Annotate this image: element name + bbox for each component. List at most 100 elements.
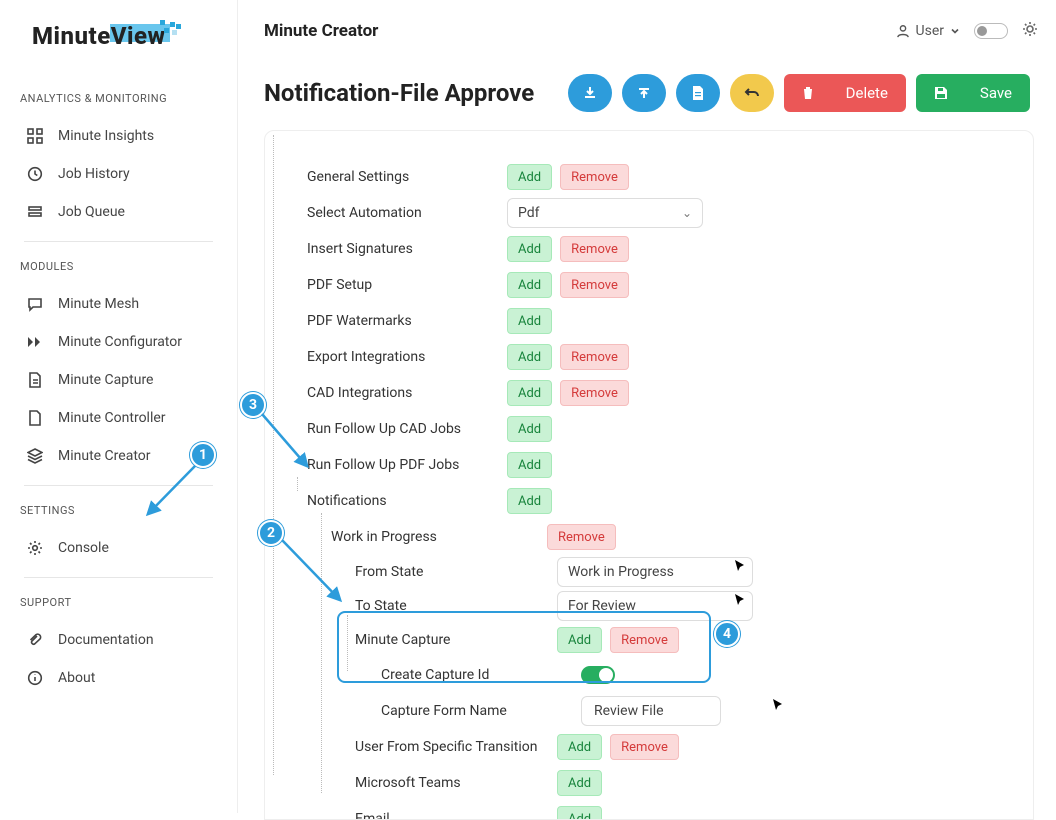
add-button[interactable]: Add (507, 452, 552, 478)
tree-node-run-pdf[interactable]: Run Follow Up PDF Jobs (307, 457, 507, 473)
page-title: Minute Creator (264, 21, 378, 41)
file-button[interactable] (676, 74, 720, 112)
sidebar-item-configurator[interactable]: Minute Configurator (20, 323, 217, 361)
section-header: Notification-File Approve Delete (256, 62, 1038, 130)
divider (24, 241, 213, 242)
sidebar-item-job-queue[interactable]: Job Queue (20, 193, 217, 231)
add-button[interactable]: Add (507, 416, 552, 442)
add-button[interactable]: Add (507, 164, 552, 190)
add-button[interactable]: Add (557, 806, 602, 820)
tree-node-ms-teams[interactable]: Microsoft Teams (355, 775, 557, 791)
main: Minute Creator User Notification-File Ap… (238, 0, 1056, 813)
add-button[interactable]: Add (507, 308, 552, 334)
tree-node-general-settings[interactable]: General Settings (307, 169, 507, 185)
tree-node-user-from-transition[interactable]: User From Specific Transition (355, 739, 557, 755)
remove-button[interactable]: Remove (560, 236, 629, 262)
sidebar-item-job-history[interactable]: Job History (20, 155, 217, 193)
tree-node-email[interactable]: Email (355, 811, 557, 820)
tree-node-cad-integrations[interactable]: CAD Integrations (307, 385, 507, 401)
add-button[interactable]: Add (557, 734, 602, 760)
logo-text-left: Minute (32, 22, 111, 50)
tree-line (297, 477, 298, 491)
add-button[interactable]: Add (557, 770, 602, 796)
sidebar-item-label: About (58, 670, 95, 686)
sidebar-item-label: Documentation (58, 632, 154, 648)
sidebar-heading-support: SUPPORT (20, 596, 217, 609)
document-icon (26, 371, 44, 389)
sidebar-item-mesh[interactable]: Minute Mesh (20, 285, 217, 323)
sidebar-item-about[interactable]: About (20, 659, 217, 697)
tree-node-insert-signatures[interactable]: Insert Signatures (307, 241, 507, 257)
add-button[interactable]: Add (507, 488, 552, 514)
upload-icon (637, 86, 651, 100)
cursor-icon (735, 560, 747, 572)
divider (24, 485, 213, 486)
select-value: Pdf (518, 205, 540, 221)
undo-button[interactable] (730, 74, 774, 112)
save-icon (934, 86, 948, 100)
add-button[interactable]: Add (507, 272, 552, 298)
cursor-icon (735, 594, 747, 606)
download-button[interactable] (568, 74, 612, 112)
remove-button[interactable]: Remove (560, 164, 629, 190)
sidebar-item-creator[interactable]: Minute Creator (20, 437, 217, 475)
user-menu[interactable]: User (896, 23, 960, 39)
grid-icon (26, 127, 44, 145)
add-button[interactable]: Add (507, 380, 552, 406)
add-button[interactable]: Add (507, 236, 552, 262)
tree-node-notifications[interactable]: Notifications (307, 493, 507, 509)
remove-button[interactable]: Remove (560, 272, 629, 298)
sidebar-item-label: Console (58, 540, 109, 556)
theme-toggle[interactable] (974, 23, 1008, 39)
add-button[interactable]: Add (507, 344, 552, 370)
tree-line (273, 135, 274, 775)
capture-form-input[interactable]: Review File (581, 696, 721, 726)
remove-button[interactable]: Remove (560, 380, 629, 406)
sidebar-item-label: Minute Configurator (58, 334, 182, 350)
paperclip-icon (26, 631, 44, 649)
divider (24, 577, 213, 578)
section-title: Notification-File Approve (264, 79, 534, 107)
tree-node-capture-form-name: Capture Form Name (381, 703, 581, 719)
sidebar-item-console[interactable]: Console (20, 529, 217, 567)
sidebar-item-controller[interactable]: Minute Controller (20, 399, 217, 437)
logo-text-right: View (111, 22, 166, 50)
from-state-select[interactable]: Work in Progress (557, 557, 753, 587)
delete-button[interactable]: Delete (784, 74, 906, 112)
settings-panel: General Settings Add Remove Select Autom… (264, 130, 1034, 820)
tree-node-select-automation[interactable]: Select Automation (307, 205, 507, 221)
file-icon (26, 409, 44, 427)
sidebar-item-label: Minute Insights (58, 128, 154, 144)
tree-node-run-cad[interactable]: Run Follow Up CAD Jobs (307, 421, 507, 437)
tree-node-pdf-watermarks[interactable]: PDF Watermarks (307, 313, 507, 329)
logo-dots-icon (164, 22, 182, 40)
download-icon (583, 86, 597, 100)
save-label: Save (980, 84, 1012, 102)
tree-node-from-state: From State (355, 564, 557, 580)
tree-node-export-integrations[interactable]: Export Integrations (307, 349, 507, 365)
sidebar-item-insights[interactable]: Minute Insights (20, 117, 217, 155)
sidebar-heading-modules: MODULES (20, 260, 217, 273)
input-value: Review File (594, 703, 664, 719)
upload-button[interactable] (622, 74, 666, 112)
sun-icon (1022, 21, 1038, 41)
tree-node-pdf-setup[interactable]: PDF Setup (307, 277, 507, 293)
automation-select[interactable]: Pdf ⌄ (507, 198, 703, 228)
cursor-icon (773, 699, 785, 711)
step-badge-4: 4 (714, 621, 740, 647)
save-button[interactable]: Save (916, 74, 1030, 112)
sidebar-heading-analytics: ANALYTICS & MONITORING (20, 92, 217, 105)
sidebar-item-capture[interactable]: Minute Capture (20, 361, 217, 399)
sidebar-item-label: Job Queue (58, 204, 125, 220)
user-icon (896, 24, 910, 38)
sidebar: MinuteView ANALYTICS & MONITORING Minute… (0, 0, 238, 813)
step-badge-1: 1 (190, 442, 216, 468)
tree-node-work-in-progress[interactable]: Work in Progress (331, 529, 547, 545)
step-badge-2: 2 (258, 520, 284, 546)
undo-icon (744, 87, 760, 99)
sidebar-item-documentation[interactable]: Documentation (20, 621, 217, 659)
remove-button[interactable]: Remove (560, 344, 629, 370)
select-value: Work in Progress (568, 564, 674, 580)
remove-button[interactable]: Remove (610, 734, 679, 760)
remove-button[interactable]: Remove (547, 524, 616, 550)
